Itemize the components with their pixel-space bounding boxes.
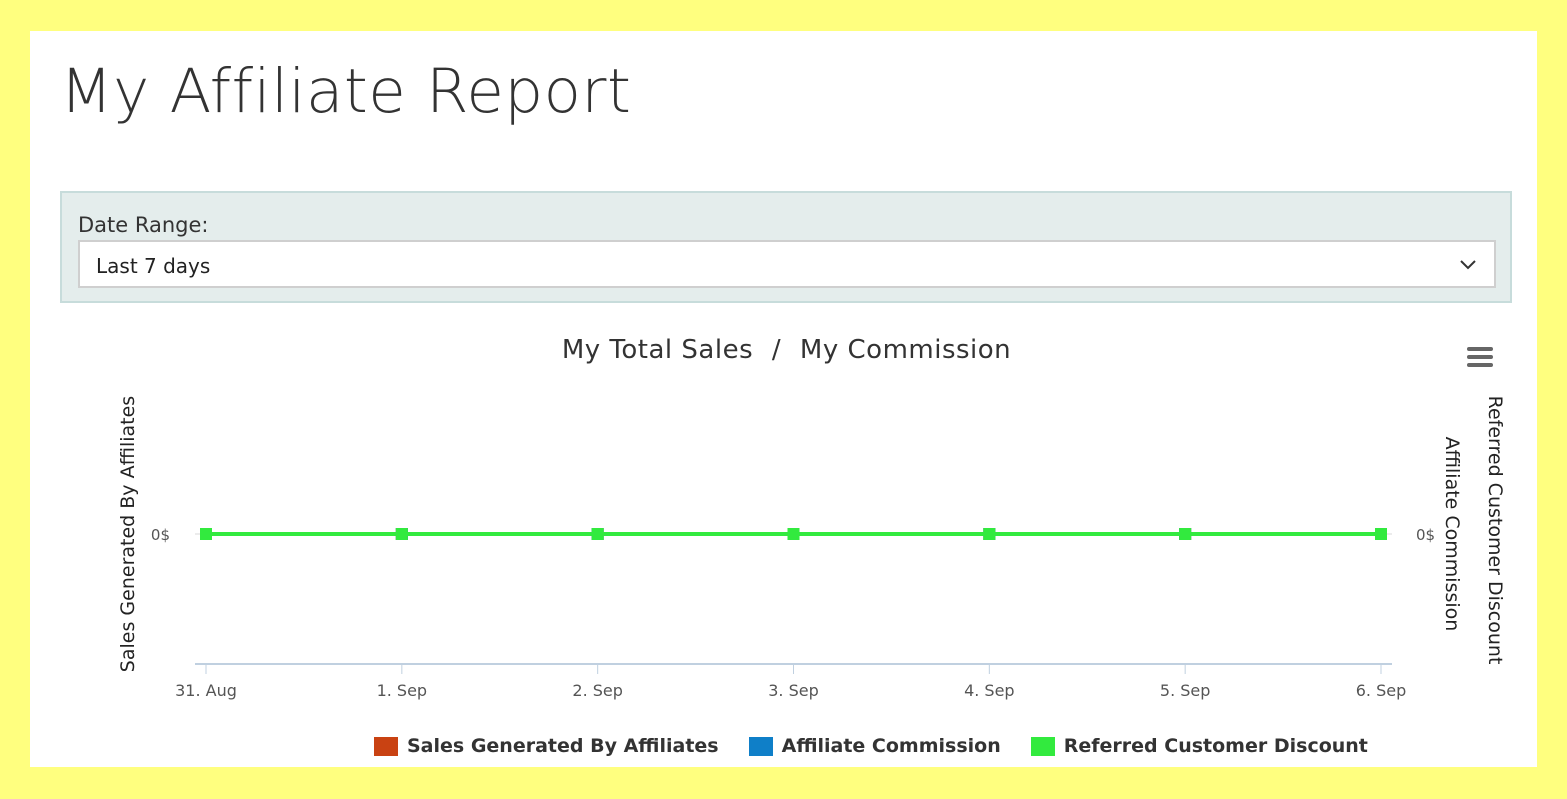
x-tick-label: 31. Aug — [175, 681, 237, 700]
report-card: My Affiliate Report Date Range: Last 7 d… — [30, 31, 1537, 767]
legend-item[interactable]: Sales Generated By Affiliates — [374, 735, 719, 757]
data-point[interactable] — [591, 528, 604, 540]
y-left-axis-title: Sales Generated By Affiliates — [117, 396, 139, 672]
date-range-filter-panel: Date Range: Last 7 days — [60, 191, 1512, 303]
x-tick-label: 5. Sep — [1160, 681, 1211, 700]
y-right-axis-title-commission: Affiliate Commission — [1441, 437, 1463, 632]
data-point[interactable] — [395, 528, 408, 540]
legend-label: Referred Customer Discount — [1063, 735, 1368, 757]
date-range-selected-value: Last 7 days — [96, 254, 211, 278]
data-point[interactable] — [1375, 528, 1387, 540]
x-tick-label: 2. Sep — [572, 681, 623, 700]
data-point[interactable] — [1179, 528, 1192, 540]
legend-swatch — [1030, 736, 1055, 756]
legend-swatch — [748, 736, 773, 756]
chart-legend: Sales Generated By Affiliates Affiliate C… — [374, 733, 1398, 759]
chart-plot: 31. Aug 1. Sep 2. Sep 3. Sep 4. Sep 5. Sep 6. … — [117, 396, 1506, 700]
y-right-axis-title-discount: Referred Customer Discount — [1484, 396, 1506, 665]
y-right-tick-label: 0$ — [1416, 526, 1435, 544]
legend-label: Sales Generated By Affiliates — [407, 735, 719, 757]
x-tick-label: 4. Sep — [964, 681, 1015, 700]
x-tick-label: 6. Sep — [1356, 681, 1407, 700]
legend-label: Affiliate Commission — [781, 735, 1001, 757]
page-title: My Affiliate Report — [60, 56, 632, 127]
date-range-label: Date Range: — [78, 213, 209, 237]
sales-chart: My Total Sales / My Commission 31. Aug 1.… — [60, 321, 1520, 767]
data-point[interactable] — [787, 528, 800, 540]
legend-swatch — [374, 736, 398, 756]
data-point[interactable] — [983, 528, 996, 540]
x-tick-label: 3. Sep — [768, 681, 819, 700]
x-tick-label: 1. Sep — [377, 681, 428, 700]
y-left-tick-label: 0$ — [151, 526, 170, 544]
legend-item[interactable]: Referred Customer Discount — [1030, 735, 1368, 757]
data-point[interactable] — [200, 528, 212, 540]
legend-item[interactable]: Affiliate Commission — [748, 735, 1001, 757]
chevron-down-icon — [1460, 260, 1476, 270]
date-range-select[interactable]: Last 7 days — [78, 240, 1496, 288]
